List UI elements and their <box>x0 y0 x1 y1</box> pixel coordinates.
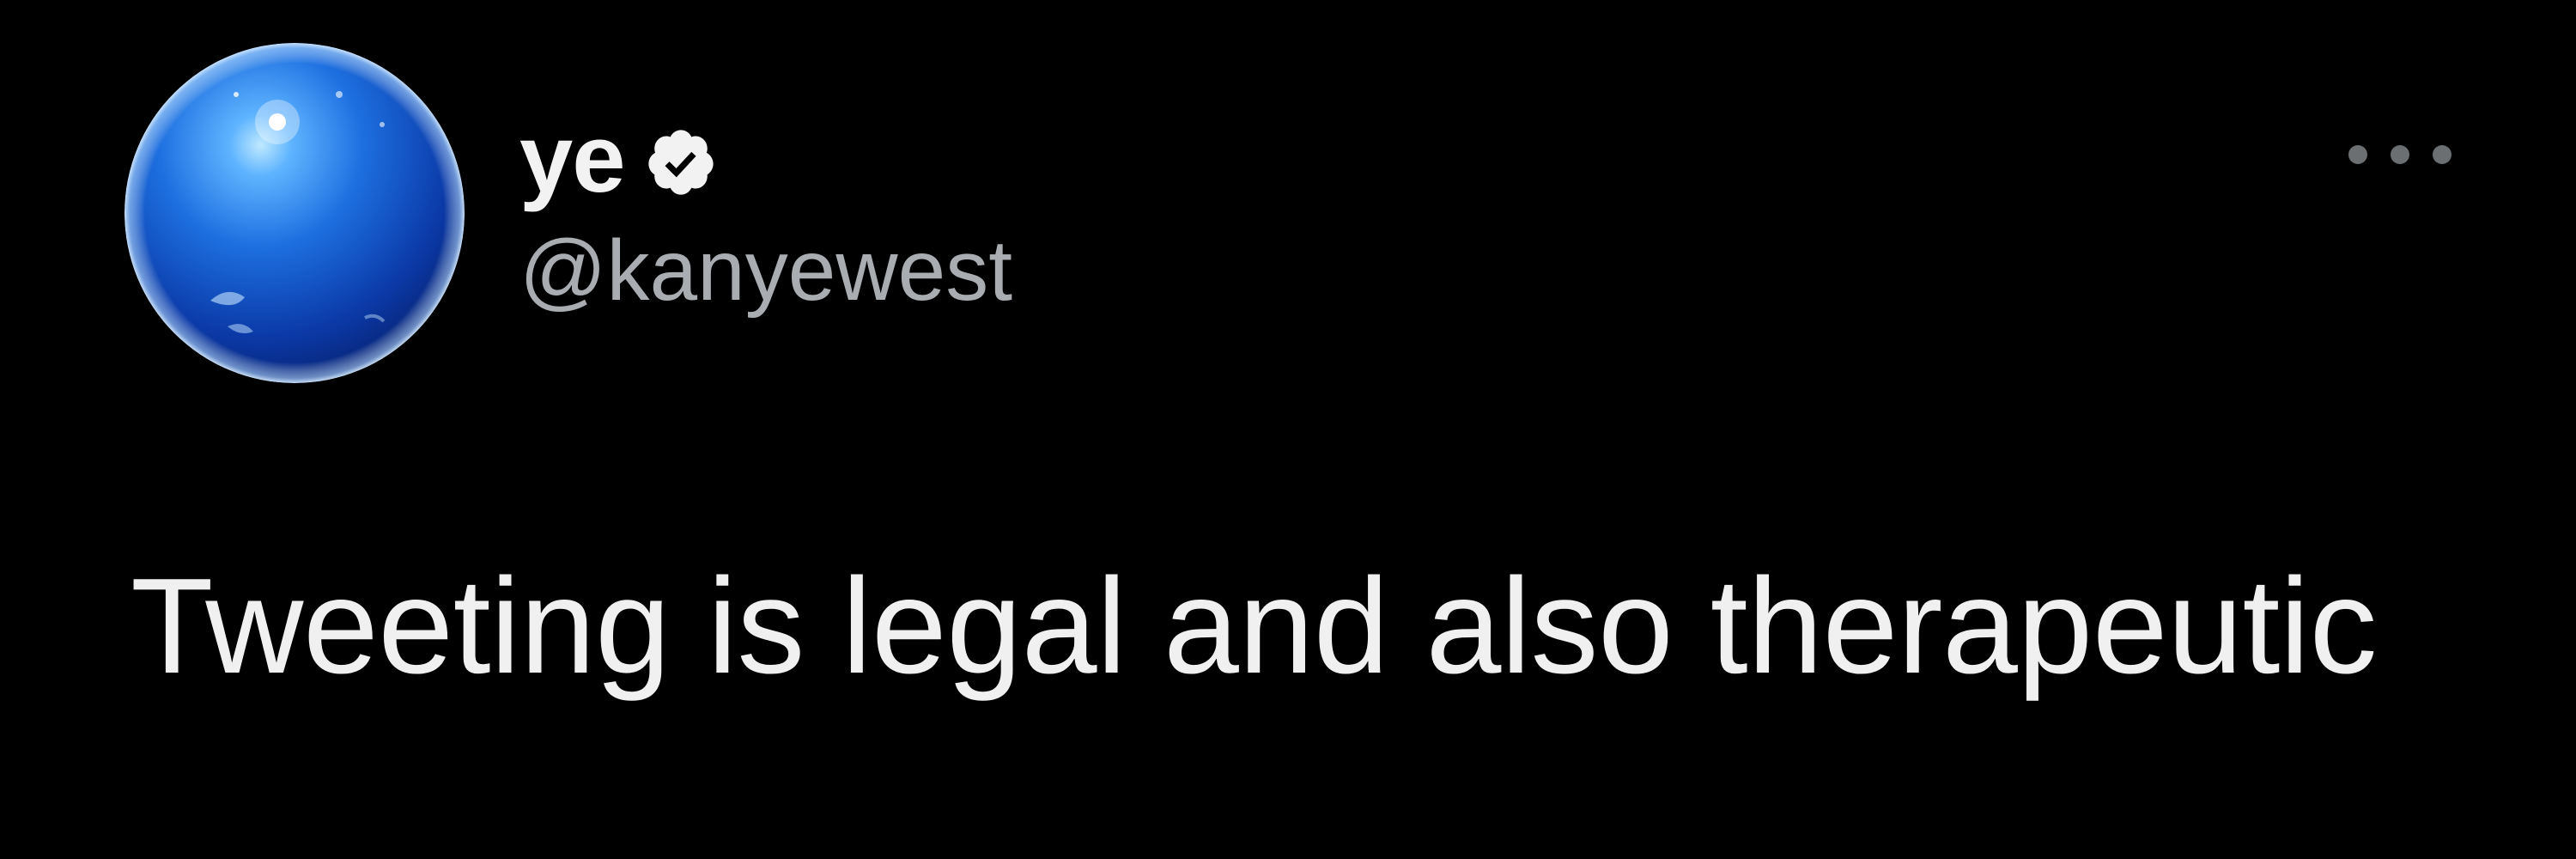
display-name[interactable]: ye <box>519 111 626 207</box>
tweet-header: ye <box>519 94 718 223</box>
name-row: ye <box>519 94 718 223</box>
avatar[interactable] <box>125 43 465 383</box>
more-horizontal-icon <box>2433 145 2451 164</box>
blue-sphere-avatar-icon <box>125 43 465 383</box>
tweet-text: Tweeting is legal and also therapeutic <box>131 551 2378 702</box>
more-horizontal-icon <box>2348 145 2367 164</box>
verified-badge-icon <box>644 125 718 199</box>
more-options-button[interactable] <box>2348 129 2451 180</box>
user-handle[interactable]: @kanyewest <box>519 219 1012 322</box>
tweet-card: ye @kanyewest Tweeting is legal and also… <box>0 0 2576 859</box>
more-horizontal-icon <box>2391 145 2409 164</box>
